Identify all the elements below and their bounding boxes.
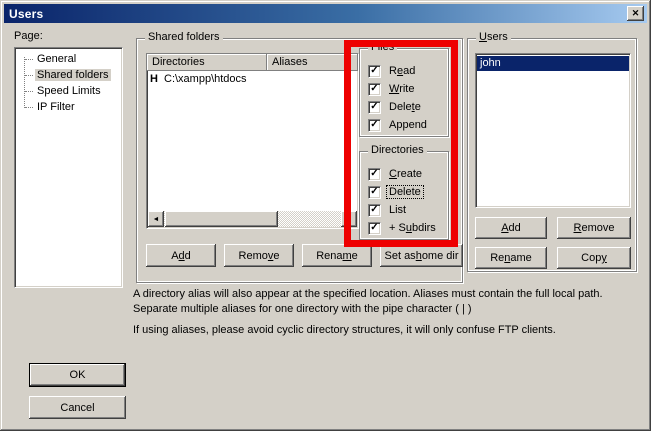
checkbox-label-subdirs[interactable]: + Subdirs bbox=[387, 222, 438, 234]
check-icon: ✓ bbox=[370, 205, 378, 215]
page-item-speed-limits[interactable]: Speed Limits bbox=[15, 83, 122, 99]
checkbox-delete-dir[interactable]: ✓ bbox=[368, 186, 381, 199]
title-bar[interactable]: Users ✕ bbox=[4, 4, 647, 23]
users-list: john bbox=[475, 53, 631, 208]
directory-cell: C:\xampp\htdocs bbox=[164, 73, 247, 85]
alias-note-line2: If using aliases, please avoid cyclic di… bbox=[133, 323, 641, 338]
checkbox-label-delete-file[interactable]: Delete bbox=[387, 101, 423, 113]
window-title: Users bbox=[9, 7, 43, 21]
remove-user-button[interactable]: Remove bbox=[557, 217, 631, 239]
copy-user-button[interactable]: Copy bbox=[557, 247, 631, 269]
check-icon: ✓ bbox=[370, 223, 378, 233]
checkbox-label-write[interactable]: Write bbox=[387, 83, 416, 95]
remove-folder-button[interactable]: Remove bbox=[224, 244, 294, 267]
checkbox-row-read[interactable]: ✓ Read bbox=[368, 64, 417, 78]
check-icon: ✓ bbox=[370, 169, 378, 179]
ok-button[interactable]: OK bbox=[29, 363, 126, 387]
checkbox-create[interactable]: ✓ bbox=[368, 168, 381, 181]
page-label: Page: bbox=[14, 30, 43, 42]
check-icon: ✓ bbox=[370, 120, 378, 130]
page-item-shared-folders[interactable]: Shared folders bbox=[15, 67, 122, 83]
add-user-button[interactable]: Add bbox=[475, 217, 547, 239]
alias-notes: A directory alias will also appear at th… bbox=[133, 287, 641, 338]
list-item-user-john[interactable]: john bbox=[477, 56, 629, 71]
checkbox-subdirs[interactable]: ✓ bbox=[368, 222, 381, 235]
directories-group-label: Directories bbox=[368, 144, 427, 157]
check-icon: ✓ bbox=[370, 66, 378, 76]
users-group-label: Users bbox=[476, 31, 511, 44]
checkbox-list[interactable]: ✓ bbox=[368, 204, 381, 217]
checkbox-write[interactable]: ✓ bbox=[368, 83, 381, 96]
checkbox-row-write[interactable]: ✓ Write bbox=[368, 82, 416, 96]
set-as-home-dir-button[interactable]: Set as home dir bbox=[380, 244, 463, 267]
users-group: Users john Add Remove Rename Copy bbox=[467, 38, 637, 272]
column-header-directories[interactable]: Directories bbox=[147, 54, 267, 71]
horizontal-scrollbar[interactable]: ◄ ► bbox=[148, 211, 357, 227]
checkbox-row-delete-dir[interactable]: ✓ Delete bbox=[368, 185, 423, 199]
checkbox-row-create[interactable]: ✓ Create bbox=[368, 167, 424, 181]
checkbox-delete-file[interactable]: ✓ bbox=[368, 101, 381, 114]
checkbox-row-append[interactable]: ✓ Append bbox=[368, 118, 429, 132]
scrollbar-thumb[interactable] bbox=[165, 211, 278, 227]
rename-folder-button[interactable]: Rename bbox=[302, 244, 372, 267]
alias-note-line1: A directory alias will also appear at th… bbox=[133, 287, 641, 317]
checkbox-label-delete-dir[interactable]: Delete bbox=[387, 186, 423, 198]
files-group-label: Files bbox=[368, 41, 397, 54]
check-icon: ✓ bbox=[370, 84, 378, 94]
checkbox-read[interactable]: ✓ bbox=[368, 65, 381, 78]
home-dir-marker: H bbox=[150, 73, 164, 85]
checkbox-label-append[interactable]: Append bbox=[387, 119, 429, 131]
scroll-left-button[interactable]: ◄ bbox=[148, 211, 164, 227]
checkbox-row-list[interactable]: ✓ List bbox=[368, 203, 408, 217]
arrow-left-icon: ◄ bbox=[153, 216, 160, 223]
page-item-general[interactable]: General bbox=[15, 51, 122, 67]
listview-body: H C:\xampp\htdocs bbox=[147, 71, 358, 197]
page-item-ip-filter[interactable]: IP Filter bbox=[15, 99, 122, 115]
checkbox-row-subdirs[interactable]: ✓ + Subdirs bbox=[368, 221, 438, 235]
check-icon: ✓ bbox=[370, 102, 378, 112]
arrow-right-icon: ► bbox=[346, 216, 353, 223]
cancel-button[interactable]: Cancel bbox=[29, 396, 126, 419]
listview-header: Directories Aliases bbox=[147, 54, 358, 71]
shared-folders-listview: Directories Aliases H C:\xampp\htdocs ◄ … bbox=[146, 53, 359, 229]
files-permission-group: Files ✓ Read ✓ Write ✓ Delete ✓ Append bbox=[359, 48, 449, 137]
users-dialog: Users ✕ Page: General Shared folders Spe… bbox=[0, 0, 651, 431]
page-list: General Shared folders Speed Limits IP F… bbox=[14, 47, 123, 288]
rename-user-button[interactable]: Rename bbox=[475, 247, 547, 269]
close-button[interactable]: ✕ bbox=[627, 6, 644, 21]
checkbox-label-list[interactable]: List bbox=[387, 204, 408, 216]
shared-folders-group-label: Shared folders bbox=[145, 31, 223, 44]
check-icon: ✓ bbox=[370, 187, 378, 197]
shared-folders-group: Shared folders Directories Aliases H C:\… bbox=[136, 38, 463, 283]
checkbox-row-delete-file[interactable]: ✓ Delete bbox=[368, 100, 423, 114]
checkbox-append[interactable]: ✓ bbox=[368, 119, 381, 132]
scroll-right-button[interactable]: ► bbox=[341, 211, 357, 227]
close-icon: ✕ bbox=[632, 9, 640, 18]
add-folder-button[interactable]: Add bbox=[146, 244, 216, 267]
checkbox-label-read[interactable]: Read bbox=[387, 65, 417, 77]
column-header-aliases[interactable]: Aliases bbox=[267, 54, 358, 71]
checkbox-label-create[interactable]: Create bbox=[387, 168, 424, 180]
directories-permission-group: Directories ✓ Create ✓ Delete ✓ List ✓ +… bbox=[359, 151, 449, 240]
table-row[interactable]: H C:\xampp\htdocs bbox=[147, 71, 358, 86]
